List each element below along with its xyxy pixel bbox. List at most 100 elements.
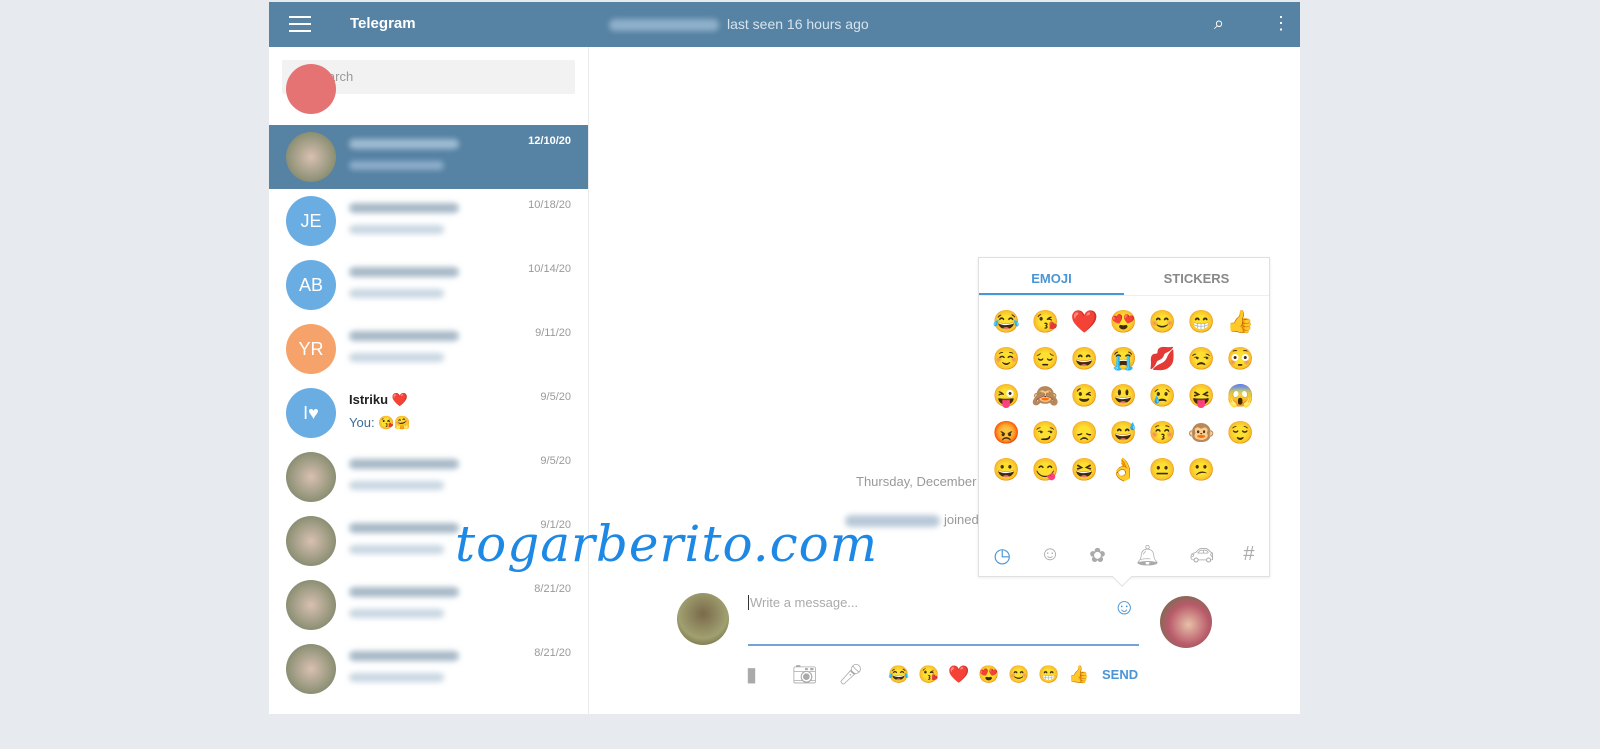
chat-message-blurred [349,161,444,170]
chat-date: 12/10/20 [528,135,571,147]
emoji-item[interactable]: 😱 [1221,382,1260,410]
chat-date: 9/5/20 [540,455,571,467]
emoji-item[interactable]: 😜 [987,382,1026,410]
emoji-item[interactable]: ❤️ [1065,308,1104,336]
emoji-item[interactable]: 👌 [1104,456,1143,484]
chat-row[interactable]: 12/10/20 [269,125,588,189]
chat-message-blurred [349,481,444,490]
emoji-item[interactable]: 💋 [1143,345,1182,373]
chat-message-blurred [349,225,444,234]
car-icon[interactable]: 🚗︎ [1189,543,1214,568]
chat-row[interactable]: AB 10/14/20 [269,253,588,317]
emoji-item[interactable]: 😄 [1065,345,1104,373]
chat-row-partial[interactable] [269,64,588,124]
emoji-toggle-icon[interactable]: ☺ [1113,594,1135,620]
emoji-item[interactable]: 🙈 [1026,382,1065,410]
message-input[interactable]: Write a message... [748,595,1139,646]
chat-row[interactable]: JE 10/18/20 [269,189,588,253]
emoji-item[interactable]: 😳 [1221,345,1260,373]
emoji-item[interactable]: 😐 [1143,456,1182,484]
quick-emoji[interactable]: ❤️ [944,665,974,685]
file-icon[interactable]: ▮ [746,662,792,687]
chat-date: 9/5/20 [540,391,571,403]
emoji-item[interactable]: 😀 [987,456,1026,484]
avatar [286,644,336,694]
chat-row[interactable]: 9/5/20 [269,445,588,509]
emoji-item[interactable]: 😝 [1182,382,1221,410]
chat-date: 10/18/20 [528,199,571,211]
camera-icon[interactable]: 📷︎ [792,662,838,687]
emoji-item[interactable]: ☺️ [987,345,1026,373]
emoji-item[interactable]: 😆 [1065,456,1104,484]
emoji-item[interactable]: 😃 [1104,382,1143,410]
chat-name-blurred [349,267,459,277]
message-placeholder: Write a message... [748,595,859,610]
app-title: Telegram [350,15,416,32]
search-icon[interactable]: ⌕ [1214,13,1224,34]
flower-icon[interactable]: ✿ [1089,543,1106,568]
header: Telegram last seen 16 hours ago ⌕ ⋮ [269,2,1300,47]
emoji-item[interactable]: 😕 [1182,456,1221,484]
chat-row[interactable]: 8/21/20 [269,573,588,637]
avatar [286,516,336,566]
peer-name-blurred [609,19,719,32]
chat-list-pane: ⚲Search 12/10/20JE10/18/20AB10/14/20YR9/… [269,47,589,714]
emoji-item[interactable]: 😉 [1065,382,1104,410]
avatar: YR [286,324,336,374]
peer-status[interactable]: last seen 16 hours ago [609,16,869,32]
chat-message-blurred [349,289,444,298]
microphone-icon[interactable]: 🎤︎ [838,662,884,687]
chat-date: 8/21/20 [534,647,571,659]
emoji-item[interactable]: 😢 [1143,382,1182,410]
chat-message-blurred [349,353,444,362]
avatar: JE [286,196,336,246]
emoji-item[interactable]: 😌 [1221,419,1260,447]
chat-name-blurred [349,139,459,149]
last-seen: last seen 16 hours ago [727,16,869,32]
quick-emoji[interactable]: 😂 [884,665,914,685]
quick-emoji[interactable]: 😊 [1004,665,1034,685]
tab-emoji[interactable]: EMOJI [979,258,1124,295]
emoji-item[interactable]: 😋 [1026,456,1065,484]
emoji-item[interactable]: 😭 [1104,345,1143,373]
quick-emoji[interactable]: 👍 [1064,665,1094,685]
emoji-item[interactable]: 😂 [987,308,1026,336]
chat-row[interactable]: YR 9/11/20 [269,317,588,381]
peer-avatar[interactable] [1160,596,1212,648]
chat-date: 8/21/20 [534,583,571,595]
emoji-item[interactable]: 😏 [1026,419,1065,447]
emoji-item[interactable]: 🐵 [1182,419,1221,447]
emoji-item[interactable]: 😞 [1065,419,1104,447]
avatar [286,580,336,630]
more-vertical-icon[interactable]: ⋮ [1272,13,1290,34]
emoji-item[interactable]: 😔 [1026,345,1065,373]
avatar [286,452,336,502]
hash-icon[interactable]: # [1243,543,1254,568]
chat-name-blurred [349,331,459,341]
emoji-item[interactable]: 😡 [987,419,1026,447]
clock-icon[interactable]: ◷ [993,543,1010,568]
chat-last-message: You: 😘🤗 [349,415,411,430]
hamburger-menu-icon[interactable] [289,16,311,32]
chat-date: 10/14/20 [528,263,571,275]
emoji-item[interactable]: 👍 [1221,308,1260,336]
chat-name-blurred [349,203,459,213]
quick-emoji[interactable]: 😘 [914,665,944,685]
tab-stickers[interactable]: STICKERS [1124,258,1269,295]
quick-emoji[interactable]: 😍 [974,665,1004,685]
emoji-item[interactable]: 😁 [1182,308,1221,336]
emoji-item[interactable]: 😒 [1182,345,1221,373]
chat-row[interactable]: 8/21/20 [269,637,588,701]
quick-emoji[interactable]: 😁 [1034,665,1064,685]
chat-row[interactable]: I♥ Istriku ❤️ You: 😘🤗 9/5/20 [269,381,588,445]
smiley-icon[interactable]: ☺ [1040,543,1060,568]
avatar: AB [286,260,336,310]
emoji-item[interactable]: 😚 [1143,419,1182,447]
bell-icon[interactable]: 🔔︎ [1135,543,1160,568]
emoji-item[interactable]: 😍 [1104,308,1143,336]
emoji-item[interactable]: 😘 [1026,308,1065,336]
emoji-item[interactable]: 😅 [1104,419,1143,447]
emoji-item[interactable]: 😊 [1143,308,1182,336]
send-button[interactable]: SEND [1102,667,1138,682]
my-avatar[interactable] [677,593,729,645]
